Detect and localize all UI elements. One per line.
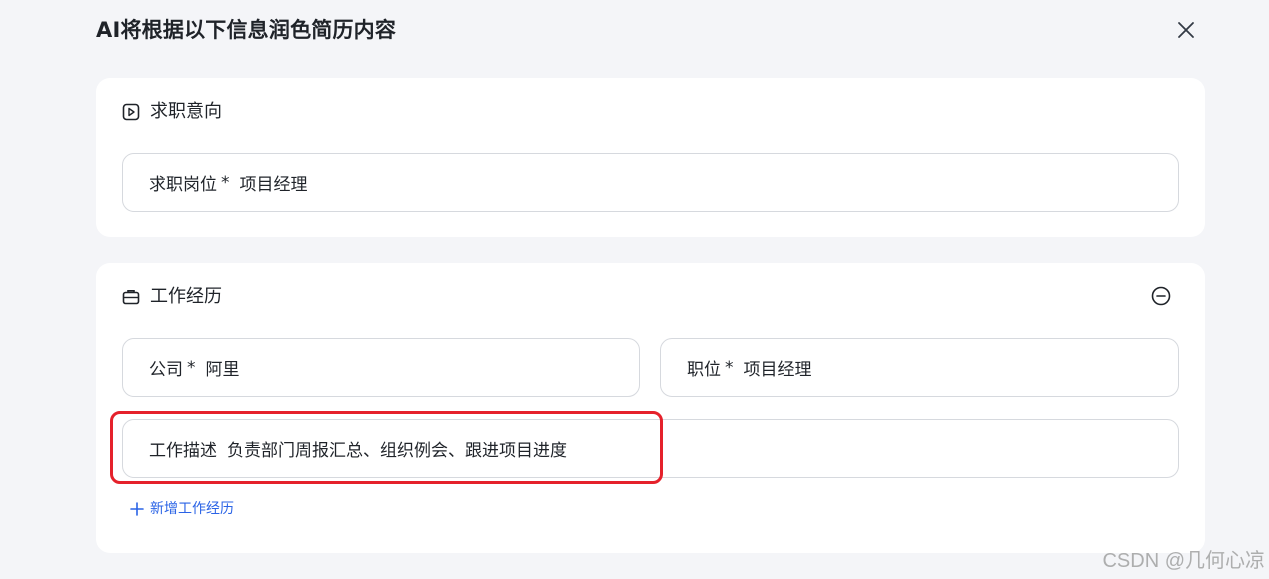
required-mark: * <box>187 357 196 378</box>
job-position-field[interactable]: 求职岗位 * 项目经理 <box>122 153 1179 212</box>
job-position-label: 求职岗位 <box>149 175 217 195</box>
plus-icon <box>130 502 144 516</box>
job-position-value[interactable]: 项目经理 <box>240 170 308 195</box>
flag-doc-icon <box>122 103 140 121</box>
add-work-experience-button[interactable]: 新增工作经历 <box>130 499 234 519</box>
company-label: 公司 <box>149 360 183 380</box>
role-field[interactable]: 职位 * 项目经理 <box>660 338 1179 397</box>
dialog-title: AI将根据以下信息润色简历内容 <box>96 18 397 42</box>
briefcase-icon <box>122 290 140 305</box>
role-value[interactable]: 项目经理 <box>744 355 812 380</box>
work-experience-header: 工作经历 <box>122 285 222 309</box>
close-icon <box>1178 22 1194 38</box>
work-experience-title: 工作经历 <box>150 286 222 307</box>
job-intent-title: 求职意向 <box>150 101 222 122</box>
watermark: CSDN @几何心凉 <box>1102 550 1265 572</box>
job-description-value[interactable]: 负责部门周报汇总、组织例会、跟进项目进度 <box>227 436 567 461</box>
minus-circle-icon <box>1151 286 1171 306</box>
remove-experience-button[interactable] <box>1150 285 1172 307</box>
company-value[interactable]: 阿里 <box>206 355 240 380</box>
job-description-field[interactable]: 工作描述 负责部门周报汇总、组织例会、跟进项目进度 <box>122 419 1179 478</box>
close-button[interactable] <box>1174 18 1198 42</box>
role-label: 职位 <box>687 360 721 380</box>
required-mark: * <box>725 357 734 378</box>
work-experience-card: 工作经历 <box>96 263 1205 553</box>
company-field[interactable]: 公司 * 阿里 <box>122 338 640 397</box>
job-description-label: 工作描述 <box>149 441 217 461</box>
job-intent-header: 求职意向 <box>122 100 222 124</box>
required-mark: * <box>221 172 230 193</box>
add-work-experience-label: 新增工作经历 <box>150 501 234 517</box>
